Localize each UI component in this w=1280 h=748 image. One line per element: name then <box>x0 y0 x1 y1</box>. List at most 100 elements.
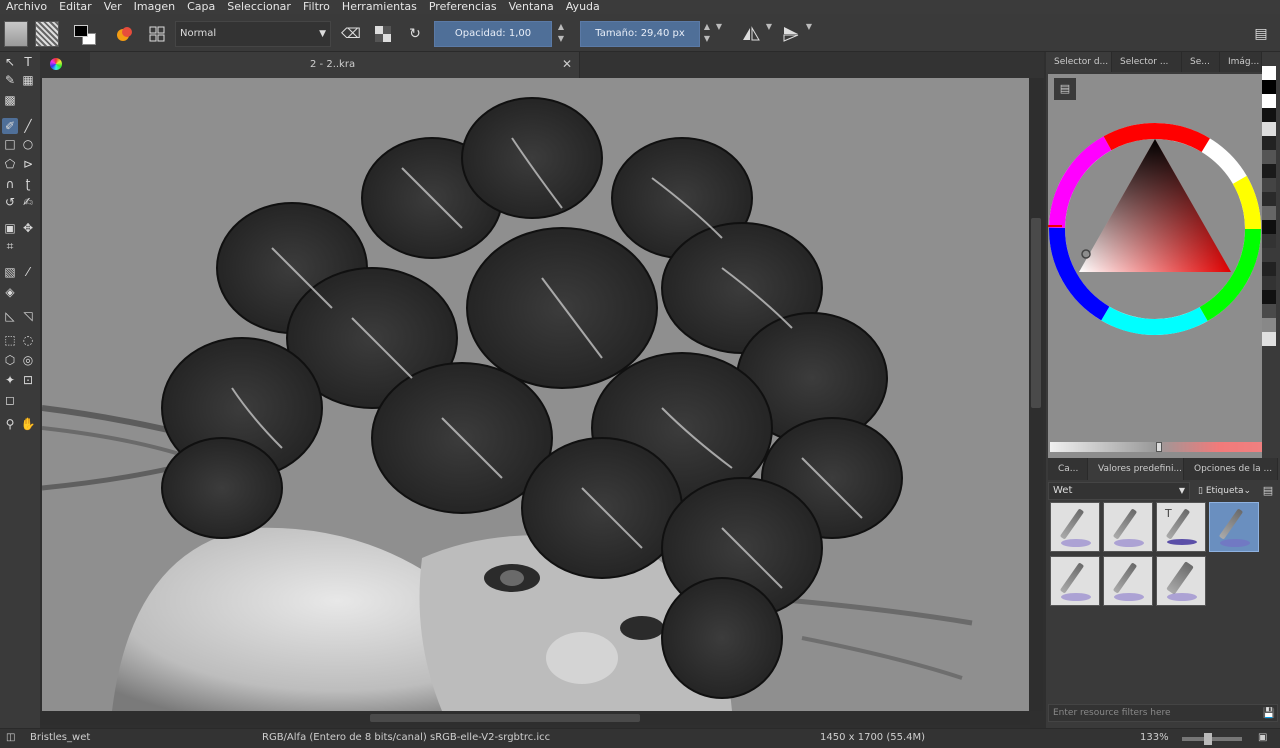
brush-preset-1[interactable] <box>1050 502 1100 552</box>
gradient-tool-icon[interactable]: ▧ <box>2 264 18 280</box>
calligraphy-icon[interactable]: ▦ <box>20 72 36 88</box>
tab-selector-3[interactable]: Se... <box>1182 52 1220 72</box>
brush-preset-2[interactable] <box>1103 502 1153 552</box>
rectangle-tool-icon[interactable]: □ <box>2 136 18 152</box>
opacity-spin[interactable]: ▲ ▼ <box>556 21 566 47</box>
checker-icon[interactable] <box>370 21 396 47</box>
menu-ayuda[interactable]: Ayuda <box>560 0 606 14</box>
brush-presets-icon[interactable] <box>112 21 138 47</box>
dynamic-brush-icon[interactable]: ↺ <box>2 194 18 210</box>
settings-icon[interactable]: ▤ <box>1054 78 1076 100</box>
document-tab[interactable]: 2 - 2..kra ✕ <box>90 52 580 78</box>
save-icon[interactable]: 💾 <box>1263 706 1275 722</box>
brush-icon <box>1218 508 1244 540</box>
tag-dropdown[interactable]: ▯ Etiqueta⌄ <box>1198 482 1256 500</box>
fill-tool-icon[interactable]: ◈ <box>2 284 18 300</box>
brush-editor-icon[interactable] <box>144 21 170 47</box>
contiguous-select-icon[interactable]: ✦ <box>2 372 18 388</box>
menu-editar[interactable]: Editar <box>53 0 98 14</box>
pan-tool-icon[interactable]: ✋ <box>20 416 36 432</box>
canvas-only-icon[interactable]: ▣ <box>1258 732 1267 743</box>
slider-handle[interactable] <box>1156 442 1162 452</box>
opacity-slider[interactable]: Opacidad: 1,00 <box>434 21 552 47</box>
brush-preset-6[interactable] <box>1103 556 1153 606</box>
tab-tool-options[interactable]: Opciones de la ... <box>1184 458 1278 480</box>
tab-color-selector-2[interactable]: Selector ... <box>1112 52 1182 72</box>
chevron-down-icon[interactable]: ▼ <box>804 21 814 47</box>
freehand-select-icon[interactable]: ◎ <box>20 352 36 368</box>
zoom-slider[interactable] <box>1182 733 1242 745</box>
brush-preset-4-selected[interactable] <box>1209 502 1259 552</box>
opacity-label: Opacidad: 1,00 <box>454 28 532 39</box>
eraser-icon[interactable]: ⌫ <box>338 21 364 47</box>
measure-tool-icon[interactable]: ◹ <box>20 308 36 324</box>
color-picker-icon[interactable]: ⁄ <box>20 264 36 280</box>
crop-tool-icon[interactable]: ⌗ <box>2 238 18 254</box>
zoom-tool-icon[interactable]: ⚲ <box>2 416 18 432</box>
fg-bg-color-selector[interactable] <box>72 21 100 47</box>
menu-seleccionar[interactable]: Seleccionar <box>221 0 297 14</box>
hue-slider[interactable] <box>1050 442 1262 452</box>
edit-shapes-icon[interactable]: ✎ <box>2 72 18 88</box>
brush-preset-3[interactable]: T <box>1156 502 1206 552</box>
view-mode-icon[interactable]: ▤ <box>1260 482 1276 500</box>
chevron-down-icon[interactable]: ▼ <box>714 21 724 47</box>
rect-select-icon[interactable]: ⬚ <box>2 332 18 348</box>
brush-preset-7[interactable] <box>1156 556 1206 606</box>
menu-capa[interactable]: Capa <box>181 0 221 14</box>
chevron-down-icon[interactable]: ▼ <box>764 21 774 47</box>
bezier-tool-icon[interactable]: ∩ <box>2 176 18 192</box>
foreground-color-swatch[interactable] <box>74 25 88 37</box>
menu-herramientas[interactable]: Herramientas <box>336 0 423 14</box>
bezier-select-icon[interactable]: ◻ <box>2 392 18 408</box>
resource-filter-input[interactable]: Enter resource filters here 💾 <box>1048 704 1278 722</box>
similar-select-icon[interactable]: ⊡ <box>20 372 36 388</box>
close-icon[interactable]: ✕ <box>562 57 572 71</box>
brush-tool-icon[interactable]: ✐ <box>2 118 18 134</box>
menu-filtro[interactable]: Filtro <box>297 0 336 14</box>
pattern-edit-icon[interactable]: ▩ <box>2 92 18 108</box>
zoom-handle[interactable] <box>1204 733 1212 745</box>
krita-icon <box>50 58 62 70</box>
gradient-selector[interactable] <box>4 21 28 47</box>
select-shapes-icon[interactable]: ↖ <box>2 54 18 70</box>
transform-tool-icon[interactable]: ▣ <box>2 220 18 236</box>
horizontal-scrollbar[interactable] <box>40 711 1030 725</box>
polygon-tool-icon[interactable]: ⬠ <box>2 156 18 172</box>
text-tool-icon[interactable]: T <box>20 54 36 70</box>
menu-ventana[interactable]: Ventana <box>503 0 560 14</box>
pattern-selector[interactable] <box>35 21 59 47</box>
assistant-tool-icon[interactable]: ◺ <box>2 308 18 324</box>
dock-icon[interactable]: ▤ <box>1248 21 1274 47</box>
mirror-vertical-icon[interactable] <box>778 21 804 47</box>
scrollbar-thumb[interactable] <box>370 714 640 722</box>
brush-preset-5[interactable] <box>1050 556 1100 606</box>
polyline-tool-icon[interactable]: ⊳ <box>20 156 36 172</box>
size-spin[interactable]: ▲ ▼ <box>702 21 712 47</box>
menu-ver[interactable]: Ver <box>98 0 128 14</box>
scrollbar-thumb[interactable] <box>1031 218 1041 408</box>
size-slider[interactable]: Tamaño: 29,40 px <box>580 21 700 47</box>
tab-image[interactable]: Imág... <box>1220 52 1262 72</box>
right-dock: Selector d... Selector ... Se... Imág...… <box>1046 52 1280 728</box>
vertical-scrollbar[interactable] <box>1029 78 1043 711</box>
tab-brush-presets[interactable]: Valores predefini... <box>1088 458 1184 480</box>
menu-archivo[interactable]: Archivo <box>0 0 53 14</box>
menu-imagen[interactable]: Imagen <box>128 0 181 14</box>
freehand-path-icon[interactable]: ʈ <box>20 176 36 192</box>
tab-color-selector[interactable]: Selector d... <box>1046 52 1112 72</box>
line-tool-icon[interactable]: ╱ <box>20 118 36 134</box>
preset-tag-select[interactable]: Wet ▼ <box>1048 482 1190 500</box>
multibrush-icon[interactable]: ✍ <box>20 194 36 210</box>
ellipse-select-icon[interactable]: ◌ <box>20 332 36 348</box>
polygon-select-icon[interactable]: ⬡ <box>2 352 18 368</box>
blend-mode-select[interactable]: Normal ▼ <box>175 21 331 47</box>
move-tool-icon[interactable]: ✥ <box>20 220 36 236</box>
ellipse-tool-icon[interactable]: ○ <box>20 136 36 152</box>
drawing-canvas[interactable] <box>42 78 1029 711</box>
tab-layers[interactable]: Ca... <box>1048 458 1088 480</box>
color-wheel[interactable] <box>1048 114 1262 414</box>
menu-preferencias[interactable]: Preferencias <box>423 0 503 14</box>
mirror-horizontal-icon[interactable] <box>738 21 764 47</box>
reload-icon[interactable]: ↻ <box>402 21 428 47</box>
